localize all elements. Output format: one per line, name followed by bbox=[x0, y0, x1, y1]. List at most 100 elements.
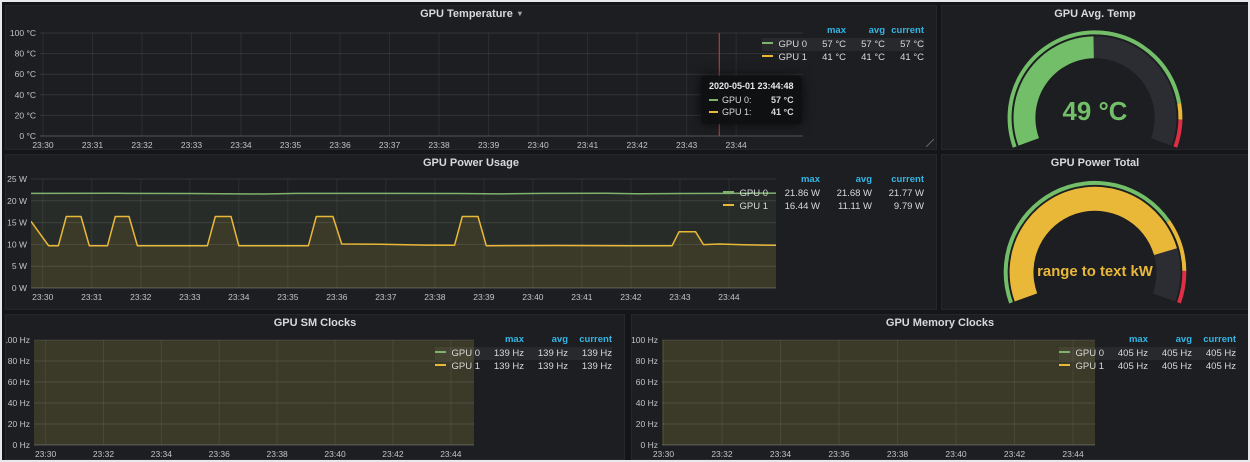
legend-value: 139 Hz bbox=[524, 360, 568, 373]
svg-text:40 °C: 40 °C bbox=[15, 90, 36, 100]
svg-text:20 °C: 20 °C bbox=[15, 110, 36, 120]
legend-series-name[interactable]: GPU 1 bbox=[1075, 361, 1104, 372]
legend-row: GPU 0139 Hz139 Hz139 Hz bbox=[435, 347, 612, 360]
svg-text:23:43: 23:43 bbox=[669, 292, 691, 302]
legend-header-max[interactable]: max bbox=[1104, 333, 1148, 347]
gauge-value-text: range to text kW bbox=[1037, 264, 1154, 280]
legend-series-name[interactable]: GPU 0 bbox=[451, 348, 480, 359]
series-color-dash[interactable] bbox=[1059, 351, 1070, 353]
svg-text:23:41: 23:41 bbox=[571, 292, 593, 302]
legend-value: 16.44 W bbox=[768, 200, 820, 213]
svg-text:23:42: 23:42 bbox=[620, 292, 642, 302]
svg-text:23:42: 23:42 bbox=[382, 449, 404, 459]
legend-series-name[interactable]: GPU 1 bbox=[739, 201, 768, 212]
svg-text:23:30: 23:30 bbox=[32, 140, 54, 149]
svg-text:23:39: 23:39 bbox=[478, 140, 500, 149]
panel-title-gpu-memory-clocks[interactable]: GPU Memory Clocks bbox=[632, 315, 1248, 331]
svg-text:23:36: 23:36 bbox=[209, 449, 231, 459]
legend-header-avg[interactable]: avg bbox=[820, 173, 872, 187]
legend-series-name[interactable]: GPU 1 bbox=[778, 52, 807, 63]
legend-gpu-sm-clocks: maxavgcurrentGPU 0139 Hz139 Hz139 HzGPU … bbox=[435, 333, 612, 373]
legend-value: 21.68 W bbox=[820, 187, 872, 200]
svg-text:23:33: 23:33 bbox=[181, 140, 203, 149]
legend-header-avg[interactable]: avg bbox=[846, 24, 885, 38]
legend-series-name[interactable]: GPU 0 bbox=[778, 39, 807, 50]
legend-value: 57 °C bbox=[885, 38, 924, 51]
legend-header-current[interactable]: current bbox=[1192, 333, 1236, 347]
series-color-dash[interactable] bbox=[762, 42, 773, 44]
series-color-dash[interactable] bbox=[435, 364, 446, 366]
panel-title-gpu-sm-clocks[interactable]: GPU SM Clocks bbox=[6, 315, 624, 331]
legend-header-avg[interactable]: avg bbox=[1148, 333, 1192, 347]
svg-text:23:34: 23:34 bbox=[228, 292, 250, 302]
legend-series-name[interactable]: GPU 1 bbox=[451, 361, 480, 372]
svg-text:23:36: 23:36 bbox=[329, 140, 351, 149]
panel-gpu-memory-clocks: GPU Memory Clocks 0 Hz20 Hz40 Hz60 Hz80 … bbox=[631, 314, 1249, 460]
legend-header-avg[interactable]: avg bbox=[524, 333, 568, 347]
legend-header-current[interactable]: current bbox=[568, 333, 612, 347]
panel-title-gpu-avg-temp[interactable]: GPU Avg. Temp bbox=[942, 6, 1248, 22]
series-color-dash[interactable] bbox=[723, 204, 734, 206]
legend-value: 21.86 W bbox=[768, 187, 820, 200]
legend-row: GPU 021.86 W21.68 W21.77 W bbox=[723, 187, 924, 200]
legend-header-spacer bbox=[723, 173, 768, 187]
legend-value: 139 Hz bbox=[568, 347, 612, 360]
gauge-value-arc bbox=[1014, 36, 1094, 145]
legend-header-max[interactable]: max bbox=[807, 24, 846, 38]
legend-header-current[interactable]: current bbox=[872, 173, 924, 187]
svg-text:23:43: 23:43 bbox=[676, 140, 698, 149]
legend-header-spacer bbox=[762, 24, 807, 38]
gpu-avg-temp-gauge: 49 °C bbox=[943, 22, 1247, 149]
svg-text:60 Hz: 60 Hz bbox=[8, 377, 30, 387]
legend-value: 57 °C bbox=[846, 38, 885, 51]
legend-value: 21.77 W bbox=[872, 187, 924, 200]
panel-title-text: GPU Power Total bbox=[1051, 157, 1139, 169]
svg-text:23:38: 23:38 bbox=[267, 449, 289, 459]
svg-text:23:40: 23:40 bbox=[527, 140, 549, 149]
legend-value: 41 °C bbox=[807, 51, 846, 64]
legend-header-spacer bbox=[1059, 333, 1104, 347]
legend-header-spacer bbox=[435, 333, 480, 347]
legend-series-name[interactable]: GPU 0 bbox=[739, 188, 768, 199]
svg-text:15 W: 15 W bbox=[7, 218, 27, 228]
legend-header-max[interactable]: max bbox=[480, 333, 524, 347]
series-color-dash[interactable] bbox=[435, 351, 446, 353]
svg-text:23:30: 23:30 bbox=[32, 292, 54, 302]
panel-title-gpu-power-total[interactable]: GPU Power Total bbox=[942, 155, 1248, 171]
legend-series-name[interactable]: GPU 0 bbox=[1075, 348, 1104, 359]
panel-title-text: GPU Memory Clocks bbox=[886, 317, 994, 329]
svg-text:23:35: 23:35 bbox=[277, 292, 299, 302]
svg-text:23:32: 23:32 bbox=[131, 140, 153, 149]
svg-text:23:42: 23:42 bbox=[626, 140, 648, 149]
legend-value: 139 Hz bbox=[480, 360, 524, 373]
panel-title-text: GPU SM Clocks bbox=[274, 317, 357, 329]
svg-text:10 W: 10 W bbox=[7, 239, 27, 249]
svg-text:5 W: 5 W bbox=[12, 261, 27, 271]
legend-value: 139 Hz bbox=[524, 347, 568, 360]
panel-title-text: GPU Power Usage bbox=[423, 157, 519, 169]
panel-title-gpu-temperature[interactable]: GPU Temperature▾ bbox=[6, 6, 936, 22]
svg-text:20 W: 20 W bbox=[7, 196, 27, 206]
svg-text:23:34: 23:34 bbox=[770, 449, 792, 459]
legend-value: 57 °C bbox=[807, 38, 846, 51]
legend-row: GPU 1405 Hz405 Hz405 Hz bbox=[1059, 360, 1236, 373]
panel-title-gpu-power-usage[interactable]: GPU Power Usage bbox=[6, 155, 936, 171]
svg-text:23:44: 23:44 bbox=[718, 292, 740, 302]
series-color-dash[interactable] bbox=[723, 191, 734, 193]
svg-text:0 Hz: 0 Hz bbox=[13, 440, 30, 450]
legend-gpu-power-usage: maxavgcurrentGPU 021.86 W21.68 W21.77 WG… bbox=[723, 173, 924, 213]
legend-header-current[interactable]: current bbox=[885, 24, 924, 38]
panel-resize-handle[interactable] bbox=[926, 139, 934, 147]
series-color-dash[interactable] bbox=[762, 55, 773, 57]
legend-header-max[interactable]: max bbox=[768, 173, 820, 187]
svg-text:0 W: 0 W bbox=[12, 283, 27, 293]
svg-text:23:40: 23:40 bbox=[324, 449, 346, 459]
legend-value: 139 Hz bbox=[568, 360, 612, 373]
grafana-dashboard: GPU Temperature▾ 0 °C20 °C40 °C60 °C80 °… bbox=[0, 0, 1250, 462]
chevron-down-icon[interactable]: ▾ bbox=[518, 9, 522, 18]
svg-text:23:37: 23:37 bbox=[379, 140, 401, 149]
svg-text:23:31: 23:31 bbox=[82, 140, 104, 149]
legend-row: GPU 0405 Hz405 Hz405 Hz bbox=[1059, 347, 1236, 360]
series-color-dash[interactable] bbox=[1059, 364, 1070, 366]
legend-row: GPU 141 °C41 °C41 °C bbox=[762, 51, 924, 64]
